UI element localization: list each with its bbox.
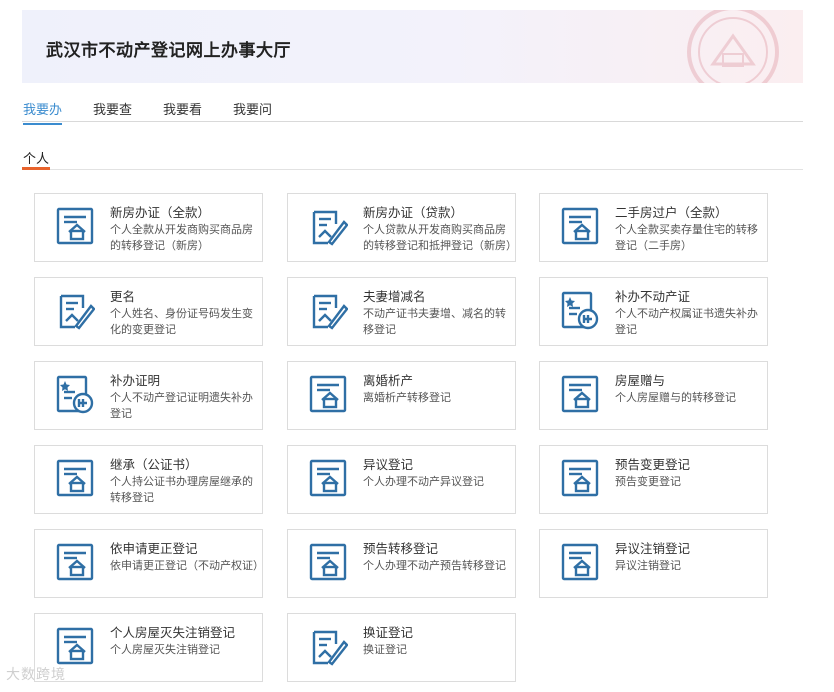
tab-handle[interactable]: 我要办 bbox=[23, 99, 63, 125]
doc-reissue-icon bbox=[55, 374, 95, 414]
house-doc-icon bbox=[308, 458, 348, 498]
card-title: 新房办证（全款） bbox=[110, 205, 211, 220]
tab-ask[interactable]: 我要问 bbox=[233, 99, 272, 123]
watermark: 大数跨境 bbox=[6, 667, 66, 683]
card-text: 异议注销登记 异议注销登记 bbox=[615, 541, 765, 574]
house-doc-icon bbox=[55, 626, 95, 666]
card-text: 新房办证（贷款） 个人贷款从开发商购买商品房的转移登记和抵押登记（新房） bbox=[363, 205, 517, 254]
card-description: 异议注销登记 bbox=[615, 559, 681, 572]
card-description: 个人不动产登记证明遗失补办登记 bbox=[110, 391, 253, 420]
card-text: 离婚析产离婚析产转移登记 bbox=[363, 373, 513, 406]
service-card[interactable]: 夫妻增减名不动产证书夫妻增、减名的转移登记 bbox=[287, 277, 516, 346]
service-card[interactable]: 新房办证（全款） 个人全款从开发商购买商品房的转移登记（新房） bbox=[34, 193, 263, 262]
card-text: 补办证明个人不动产登记证明遗失补办登记 bbox=[110, 373, 260, 422]
card-description: 个人贷款从开发商购买商品房的转移登记和抵押登记（新房） bbox=[363, 223, 517, 252]
card-text: 异议登记个人办理不动产异议登记 bbox=[363, 457, 513, 490]
card-text: 更名个人姓名、身份证号码发生变化的变更登记 bbox=[110, 289, 260, 338]
card-text: 新房办证（全款） 个人全款从开发商购买商品房的转移登记（新房） bbox=[110, 205, 260, 254]
card-text: 继承（公证书） 个人持公证书办理房屋继承的转移登记 bbox=[110, 457, 260, 506]
card-title: 房屋赠与 bbox=[615, 373, 666, 388]
card-description: 依申请更正登记（不动产权证） bbox=[110, 559, 264, 572]
doc-edit-icon bbox=[308, 206, 349, 246]
tab-query[interactable]: 我要查 bbox=[93, 99, 132, 123]
card-title: 依申请更正登记 bbox=[110, 541, 198, 556]
house-doc-icon bbox=[55, 206, 95, 246]
house-doc-icon bbox=[560, 374, 600, 414]
card-text: 依申请更正登记依申请更正登记（不动产权证） bbox=[110, 541, 264, 574]
card-text: 预告转移登记个人办理不动产预告转移登记 bbox=[363, 541, 513, 574]
card-title: 夫妻增减名 bbox=[363, 289, 426, 304]
doc-reissue-icon bbox=[560, 290, 600, 330]
service-card[interactable]: 异议登记个人办理不动产异议登记 bbox=[287, 445, 516, 514]
card-description: 个人姓名、身份证号码发生变化的变更登记 bbox=[110, 307, 253, 336]
page-title: 武汉市不动产登记网上办事大厅 bbox=[46, 41, 291, 61]
card-text: 二手房过户（全款） 个人全款买卖存量住宅的转移登记（二手房） bbox=[615, 205, 765, 254]
service-card[interactable]: 预告转移登记个人办理不动产预告转移登记 bbox=[287, 529, 516, 598]
card-description: 个人不动产权属证书遗失补办登记 bbox=[615, 307, 758, 336]
section-header: 个人 bbox=[22, 148, 803, 170]
card-description: 不动产证书夫妻增、减名的转移登记 bbox=[363, 307, 506, 336]
header-banner: 武汉市不动产登记网上办事大厅 bbox=[22, 10, 803, 83]
card-description: 预告变更登记 bbox=[615, 475, 681, 488]
card-title: 换证登记 bbox=[363, 625, 414, 640]
section-marker bbox=[22, 167, 50, 170]
card-title: 个人房屋灭失注销登记 bbox=[110, 625, 236, 640]
house-doc-icon bbox=[55, 542, 95, 582]
card-description: 个人持公证书办理房屋继承的转移登记 bbox=[110, 475, 253, 504]
service-card[interactable]: 继承（公证书） 个人持公证书办理房屋继承的转移登记 bbox=[34, 445, 263, 514]
card-description: 个人全款买卖存量住宅的转移登记（二手房） bbox=[615, 223, 758, 252]
card-description: 个人房屋灭失注销登记 bbox=[110, 643, 220, 656]
card-title: 预告变更登记 bbox=[615, 457, 691, 472]
card-text: 补办不动产证个人不动产权属证书遗失补办登记 bbox=[615, 289, 765, 338]
house-doc-icon bbox=[308, 542, 348, 582]
service-card[interactable]: 换证登记 换证登记 bbox=[287, 613, 516, 682]
card-text: 预告变更登记 预告变更登记 bbox=[615, 457, 765, 490]
card-title: 补办不动产证 bbox=[615, 289, 691, 304]
service-card[interactable]: 更名个人姓名、身份证号码发生变化的变更登记 bbox=[34, 277, 263, 346]
card-text: 夫妻增减名不动产证书夫妻增、减名的转移登记 bbox=[363, 289, 513, 338]
card-description: 个人办理不动产异议登记 bbox=[363, 475, 484, 488]
card-title: 预告转移登记 bbox=[363, 541, 439, 556]
house-doc-icon bbox=[308, 374, 348, 414]
service-card[interactable]: 二手房过户（全款） 个人全款买卖存量住宅的转移登记（二手房） bbox=[539, 193, 768, 262]
card-title: 补办证明 bbox=[110, 373, 161, 388]
house-doc-icon bbox=[55, 458, 95, 498]
service-card[interactable]: 预告变更登记 预告变更登记 bbox=[539, 445, 768, 514]
card-description: 换证登记 bbox=[363, 643, 407, 656]
service-card[interactable]: 新房办证（贷款） 个人贷款从开发商购买商品房的转移登记和抵押登记（新房） bbox=[287, 193, 517, 262]
card-text: 个人房屋灭失注销登记 个人房屋灭失注销登记 bbox=[110, 625, 260, 658]
service-card[interactable]: 依申请更正登记依申请更正登记（不动产权证） bbox=[34, 529, 264, 598]
card-description: 个人全款从开发商购买商品房的转移登记（新房） bbox=[110, 223, 253, 252]
card-text: 房屋赠与个人房屋赠与的转移登记 bbox=[615, 373, 765, 406]
card-description: 离婚析产转移登记 bbox=[363, 391, 451, 404]
doc-edit-icon bbox=[55, 290, 96, 330]
card-title: 离婚析产 bbox=[363, 373, 414, 388]
card-title: 更名 bbox=[110, 289, 136, 304]
doc-edit-icon bbox=[308, 290, 349, 330]
doc-edit-icon bbox=[308, 626, 349, 666]
house-doc-icon bbox=[560, 542, 600, 582]
service-card[interactable]: 异议注销登记 异议注销登记 bbox=[539, 529, 768, 598]
main-tabs: 我要办 我要查 我要看 我要问 bbox=[22, 96, 803, 125]
card-title: 新房办证（贷款） bbox=[363, 205, 464, 220]
card-title: 异议注销登记 bbox=[615, 541, 691, 556]
tab-view[interactable]: 我要看 bbox=[163, 99, 202, 123]
house-doc-icon bbox=[560, 206, 600, 246]
service-card[interactable]: 补办不动产证个人不动产权属证书遗失补办登记 bbox=[539, 277, 768, 346]
card-text: 换证登记 换证登记 bbox=[363, 625, 513, 658]
house-doc-icon bbox=[560, 458, 600, 498]
service-card[interactable]: 个人房屋灭失注销登记 个人房屋灭失注销登记 bbox=[34, 613, 263, 682]
service-card[interactable]: 补办证明个人不动产登记证明遗失补办登记 bbox=[34, 361, 263, 430]
service-card[interactable]: 房屋赠与个人房屋赠与的转移登记 bbox=[539, 361, 768, 430]
card-description: 个人办理不动产预告转移登记 bbox=[363, 559, 506, 572]
service-card[interactable]: 离婚析产离婚析产转移登记 bbox=[287, 361, 516, 430]
card-title: 二手房过户（全款） bbox=[615, 205, 728, 220]
card-title: 继承（公证书） bbox=[110, 457, 198, 472]
card-description: 个人房屋赠与的转移登记 bbox=[615, 391, 736, 404]
emblem-icon bbox=[687, 10, 779, 83]
card-title: 异议登记 bbox=[363, 457, 414, 472]
